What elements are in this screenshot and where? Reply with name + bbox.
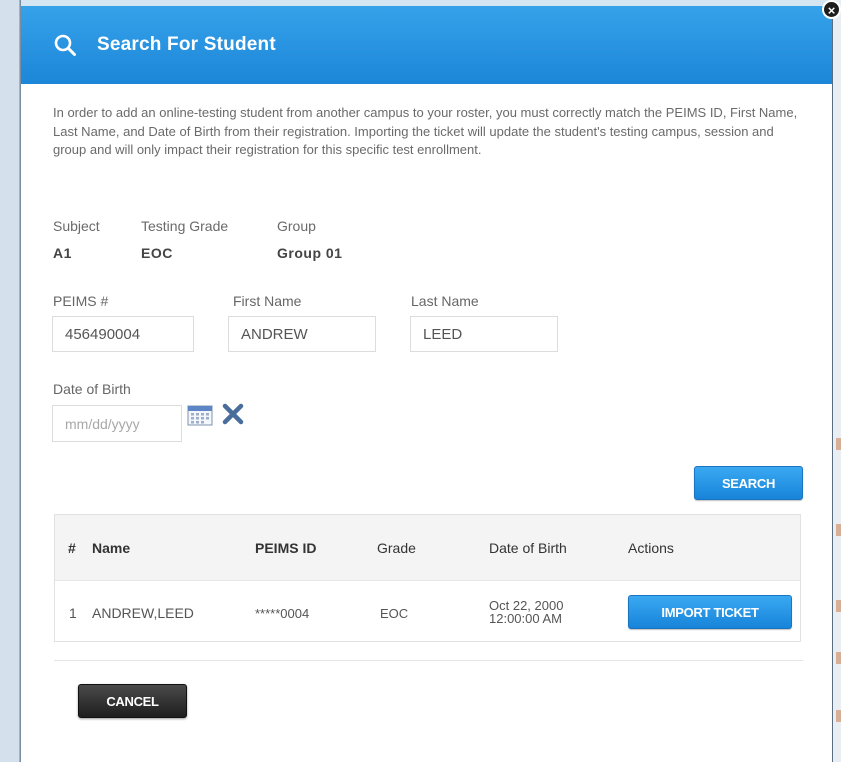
search-button[interactable]: SEARCH (694, 466, 803, 500)
backdrop-mark (836, 600, 841, 612)
clear-x-icon[interactable] (221, 402, 245, 426)
peims-input[interactable] (52, 316, 194, 352)
col-grade: Grade (377, 540, 416, 556)
backdrop-mark (836, 524, 841, 536)
table-header: # Name PEIMS ID Grade Date of Birth Acti… (55, 515, 800, 581)
last-name-label: Last Name (411, 293, 479, 309)
col-number: # (68, 540, 76, 556)
row-dob-time: 12:00:00 AM (489, 611, 562, 626)
dialog-header: Search For Student (21, 0, 832, 84)
col-name: Name (92, 540, 131, 556)
row-dob: Oct 22, 2000 12:00:00 AM (489, 599, 563, 625)
search-icon (54, 34, 76, 56)
dialog-title: Search For Student (97, 34, 276, 55)
footer-divider (54, 660, 803, 661)
col-peims-id: PEIMS ID (255, 540, 317, 556)
import-ticket-button[interactable]: IMPORT TICKET (628, 595, 792, 629)
subject-label: Subject (53, 218, 100, 234)
dob-input[interactable] (52, 405, 182, 442)
row-grade: EOC (380, 606, 409, 621)
backdrop-mark (836, 438, 841, 450)
col-actions: Actions (628, 540, 674, 556)
testing-grade-value: EOC (141, 245, 173, 261)
backdrop-mark (836, 710, 841, 722)
row-peims-id: *****0004 (255, 606, 310, 621)
table-row: 1 ANDREW,LEED *****0004 EOC Oct 22, 2000… (55, 581, 800, 642)
peims-label: PEIMS # (53, 293, 109, 309)
page-backdrop (0, 0, 20, 762)
first-name-input[interactable] (228, 316, 376, 352)
testing-grade-label: Testing Grade (141, 218, 229, 234)
row-number: 1 (69, 605, 77, 621)
last-name-input[interactable] (410, 316, 558, 352)
search-student-dialog: Search For Student In order to add an on… (20, 0, 832, 762)
results-table: # Name PEIMS ID Grade Date of Birth Acti… (54, 514, 801, 642)
group-label: Group (277, 218, 316, 234)
group-value: Group 01 (277, 245, 343, 261)
close-icon[interactable]: × (822, 0, 841, 19)
cancel-button[interactable]: CANCEL (78, 684, 187, 718)
col-dob: Date of Birth (489, 540, 567, 556)
first-name-label: First Name (233, 293, 302, 309)
page-backdrop-right (832, 0, 841, 762)
subject-value: A1 (53, 245, 72, 261)
calendar-icon[interactable] (187, 404, 213, 426)
backdrop-mark (836, 652, 841, 664)
row-name: ANDREW,LEED (92, 605, 194, 621)
intro-text: In order to add an online-testing studen… (53, 105, 798, 157)
dob-label: Date of Birth (53, 381, 131, 397)
